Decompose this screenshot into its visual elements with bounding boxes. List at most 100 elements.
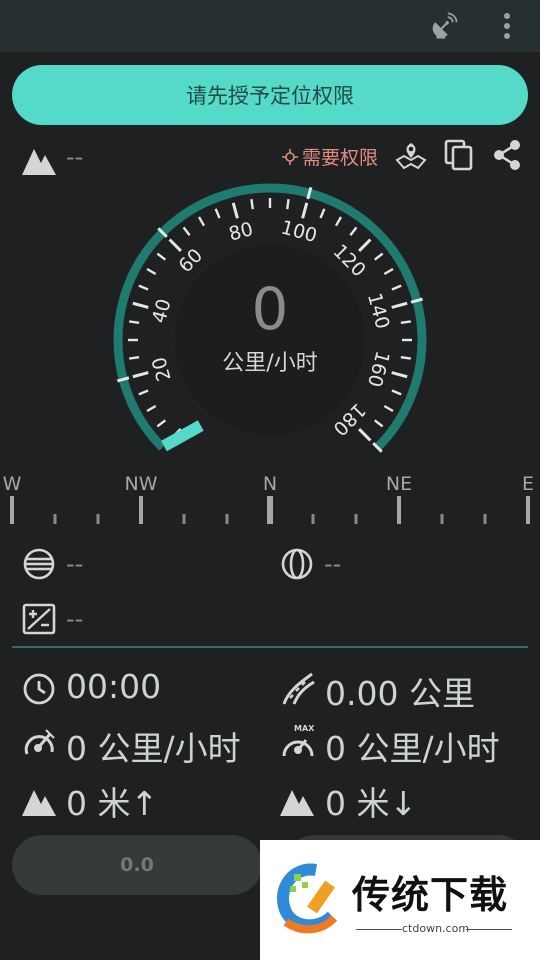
longitude-icon: [281, 548, 313, 580]
overflow-menu-button[interactable]: [492, 8, 522, 44]
compass-label: NW: [125, 473, 158, 495]
altitude-value: --: [66, 143, 84, 171]
latitude-icon: [23, 548, 55, 580]
ascent-mountain-icon: [22, 790, 56, 816]
map-button[interactable]: [392, 136, 430, 174]
gauge-minor-tick: [146, 267, 157, 276]
gauge-minor-tick: [373, 419, 384, 428]
compass-major-tick: [397, 496, 401, 524]
gauge-minor-tick: [129, 320, 140, 324]
gauge-minor-tick: [319, 208, 326, 219]
avg-speed: 0 公里/小时: [66, 729, 241, 768]
speed-unit: 公里/小时: [222, 351, 318, 376]
compass-label: N: [263, 473, 277, 495]
gauge-minor-tick: [400, 356, 411, 360]
satellite-dish-icon: [432, 12, 458, 39]
gauge-minor-tick: [286, 199, 290, 210]
road-distance-icon: [282, 672, 315, 705]
location-status[interactable]: 需要权限: [282, 143, 378, 170]
gauge-minor-tick: [214, 208, 221, 219]
speed-needle: [161, 420, 204, 452]
compass-major-tick: [139, 496, 143, 524]
share-icon: [494, 140, 520, 170]
compass-label: NE: [386, 473, 412, 495]
watermark-rule-right: [466, 929, 512, 930]
gauge-minor-tick: [156, 419, 167, 428]
gauge-minor-tick: [391, 284, 402, 291]
grant-permission-button[interactable]: 请先授予定位权限: [12, 65, 528, 125]
watermark-site: ctdown.com: [402, 922, 470, 935]
compass-major-tick: [526, 496, 530, 524]
gauge-major-tick: [391, 371, 408, 379]
max-speed: 0 公里/小时: [325, 729, 500, 768]
copy-button[interactable]: [440, 136, 478, 174]
trip-distance: 0.00 公里: [325, 674, 475, 713]
compass-minor-tick: [483, 514, 487, 524]
watermark-overlay: 传统下载 ctdown.com: [260, 840, 540, 960]
gps-status-button[interactable]: [426, 8, 462, 44]
gauge-minor-tick: [334, 216, 343, 227]
lap-button[interactable]: 0.0: [12, 835, 262, 895]
trip-time: 00:00: [66, 667, 162, 706]
compass-minor-tick: [225, 514, 229, 524]
gauge-minor-tick: [129, 356, 140, 360]
crosshair-icon: [282, 148, 298, 165]
more-vert-icon: [504, 13, 510, 39]
section-divider: [12, 646, 528, 648]
gauge-major-tick: [358, 238, 372, 252]
copy-icon: [444, 139, 473, 171]
compass-minor-tick: [53, 514, 57, 524]
gauge-minor-tick: [383, 267, 394, 276]
speed-value: 0: [251, 275, 289, 343]
gauge-major-tick: [132, 301, 149, 309]
compass-minor-tick: [96, 514, 100, 524]
gauge-major-tick: [301, 202, 309, 219]
compass-minor-tick: [311, 514, 315, 524]
gauge-minor-tick: [383, 404, 394, 413]
gauge-minor-tick: [373, 252, 384, 261]
compass-strip: W NW N NE E: [3, 473, 534, 524]
grant-permission-label: 请先授予定位权限: [186, 84, 354, 108]
gauge-minor-tick: [400, 320, 411, 324]
latitude-value: --: [66, 550, 84, 578]
gauge-tick-label: 100: [279, 216, 320, 247]
gauge-minor-tick: [182, 226, 191, 237]
gauge-minor-tick: [391, 389, 402, 396]
compass-minor-tick: [440, 514, 444, 524]
gauge-major-tick: [358, 428, 372, 442]
descent-mountain-icon: [280, 790, 314, 816]
gauge-minor-tick: [138, 284, 149, 291]
compass-major-tick: [10, 496, 14, 524]
clock-icon: [23, 673, 55, 705]
compass-minor-tick: [354, 514, 358, 524]
gauge-major-tick: [391, 301, 408, 309]
gauge-minor-tick: [156, 252, 167, 261]
gauge-minor-tick: [146, 404, 157, 413]
lap-button-label: 0.0: [120, 854, 154, 876]
location-status-label: 需要权限: [302, 147, 379, 169]
descent-value: 0 米↓: [325, 784, 418, 823]
compass-major-tick: [267, 496, 273, 524]
watermark-rule: [356, 929, 402, 930]
share-button[interactable]: [488, 136, 526, 174]
gauge-minor-tick: [197, 216, 206, 227]
gauge-major-tick: [132, 371, 149, 379]
compass-minor-tick: [182, 514, 186, 524]
gauge-major-tick: [231, 202, 239, 219]
gauge-tick-label: 80: [226, 218, 255, 246]
avg-speed-icon: [24, 729, 55, 755]
accuracy-icon: [22, 603, 56, 635]
gauge-max-icon: [282, 739, 314, 757]
gauge-minor-tick: [138, 389, 149, 396]
map-pin-icon: [395, 143, 427, 170]
gauge-major-tick: [168, 238, 182, 252]
watermark-logo: [277, 863, 338, 934]
max-speed-icon: MAX: [280, 724, 318, 760]
longitude-value: --: [324, 550, 342, 578]
compass-label: W: [3, 473, 22, 495]
gauge-minor-tick: [349, 226, 358, 237]
ascent-value: 0 米↑: [66, 784, 159, 823]
compass-label: E: [522, 473, 534, 495]
watermark-title: 传统下载: [352, 873, 509, 917]
accuracy-value: --: [66, 605, 84, 633]
